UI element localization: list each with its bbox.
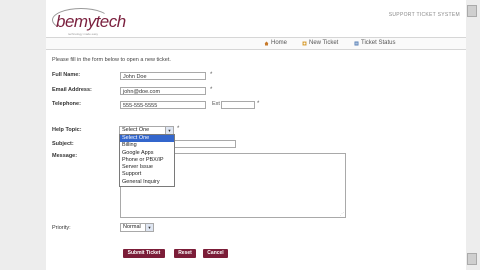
- email-label: Email Address:: [52, 87, 92, 93]
- cancel-button[interactable]: Cancel: [203, 249, 228, 258]
- nav-ticket-status-label: Ticket Status: [361, 40, 396, 46]
- ticket-status-icon: [354, 41, 359, 45]
- support-page: bemytech technology made easy SUPPORT TI…: [46, 0, 466, 270]
- chevron-down-icon: ▼: [145, 224, 153, 231]
- telephone-input[interactable]: 555-555-5555: [120, 101, 206, 109]
- nav-new-ticket[interactable]: New Ticket: [302, 40, 338, 46]
- full-name-input[interactable]: John Doe: [120, 72, 206, 80]
- nav-new-ticket-label: New Ticket: [309, 40, 339, 46]
- priority-label: Priority:: [52, 225, 71, 231]
- telephone-label: Telephone:: [52, 101, 81, 107]
- logo-text: bemytech: [56, 12, 126, 31]
- help-topic-option[interactable]: Phone or PBX/IP: [120, 157, 174, 164]
- home-icon: [264, 41, 269, 45]
- nav-home[interactable]: Home: [264, 40, 287, 46]
- help-topic-option[interactable]: Billing: [120, 142, 174, 149]
- top-nav: Home New Ticket Ticket Status: [46, 37, 466, 50]
- form-intro: Please fill in the form below to open a …: [52, 57, 171, 63]
- logo-tagline: technology made easy: [68, 32, 99, 36]
- email-input[interactable]: john@doe.com: [120, 87, 206, 95]
- nav-home-label: Home: [271, 40, 288, 46]
- help-topic-selected: Select One: [122, 127, 150, 133]
- help-topic-option[interactable]: Support: [120, 171, 174, 178]
- resize-grip-icon[interactable]: ⋰: [340, 211, 344, 216]
- nav-ticket-status[interactable]: Ticket Status: [354, 40, 395, 46]
- help-topic-option[interactable]: Google Apps: [120, 150, 174, 157]
- ext-input[interactable]: [221, 101, 255, 109]
- scroll-down-button[interactable]: [467, 253, 477, 265]
- help-topic-option[interactable]: Server Issue: [120, 164, 174, 171]
- new-ticket-icon: [302, 41, 307, 45]
- submit-ticket-button[interactable]: Submit Ticket: [123, 249, 165, 258]
- subject-input[interactable]: [174, 140, 236, 148]
- scroll-up-button[interactable]: [467, 5, 477, 17]
- email-required: *: [210, 87, 213, 93]
- full-name-label: Full Name:: [52, 72, 81, 78]
- system-title: SUPPORT TICKET SYSTEM: [388, 12, 460, 18]
- vertical-scrollbar[interactable]: [466, 0, 480, 270]
- full-name-required: *: [210, 72, 213, 78]
- bemytech-logo[interactable]: bemytech technology made easy: [52, 8, 126, 36]
- chevron-down-icon: ▼: [165, 127, 173, 134]
- ext-label: Ext: [212, 101, 220, 107]
- help-topic-option[interactable]: Select One: [120, 135, 174, 143]
- help-topic-option[interactable]: General Inquiry: [120, 179, 174, 186]
- help-topic-required: *: [177, 126, 180, 132]
- telephone-required: *: [257, 101, 260, 107]
- window-frame-left: [0, 0, 46, 270]
- priority-selected: Normal: [123, 224, 141, 230]
- subject-label: Subject:: [52, 141, 74, 147]
- message-label: Message:: [52, 153, 78, 159]
- priority-select[interactable]: Normal ▼: [120, 223, 154, 232]
- reset-button[interactable]: Reset: [174, 249, 196, 258]
- help-topic-dropdown: Select One Billing Google Apps Phone or …: [119, 134, 175, 188]
- help-topic-label: Help Topic:: [52, 127, 82, 133]
